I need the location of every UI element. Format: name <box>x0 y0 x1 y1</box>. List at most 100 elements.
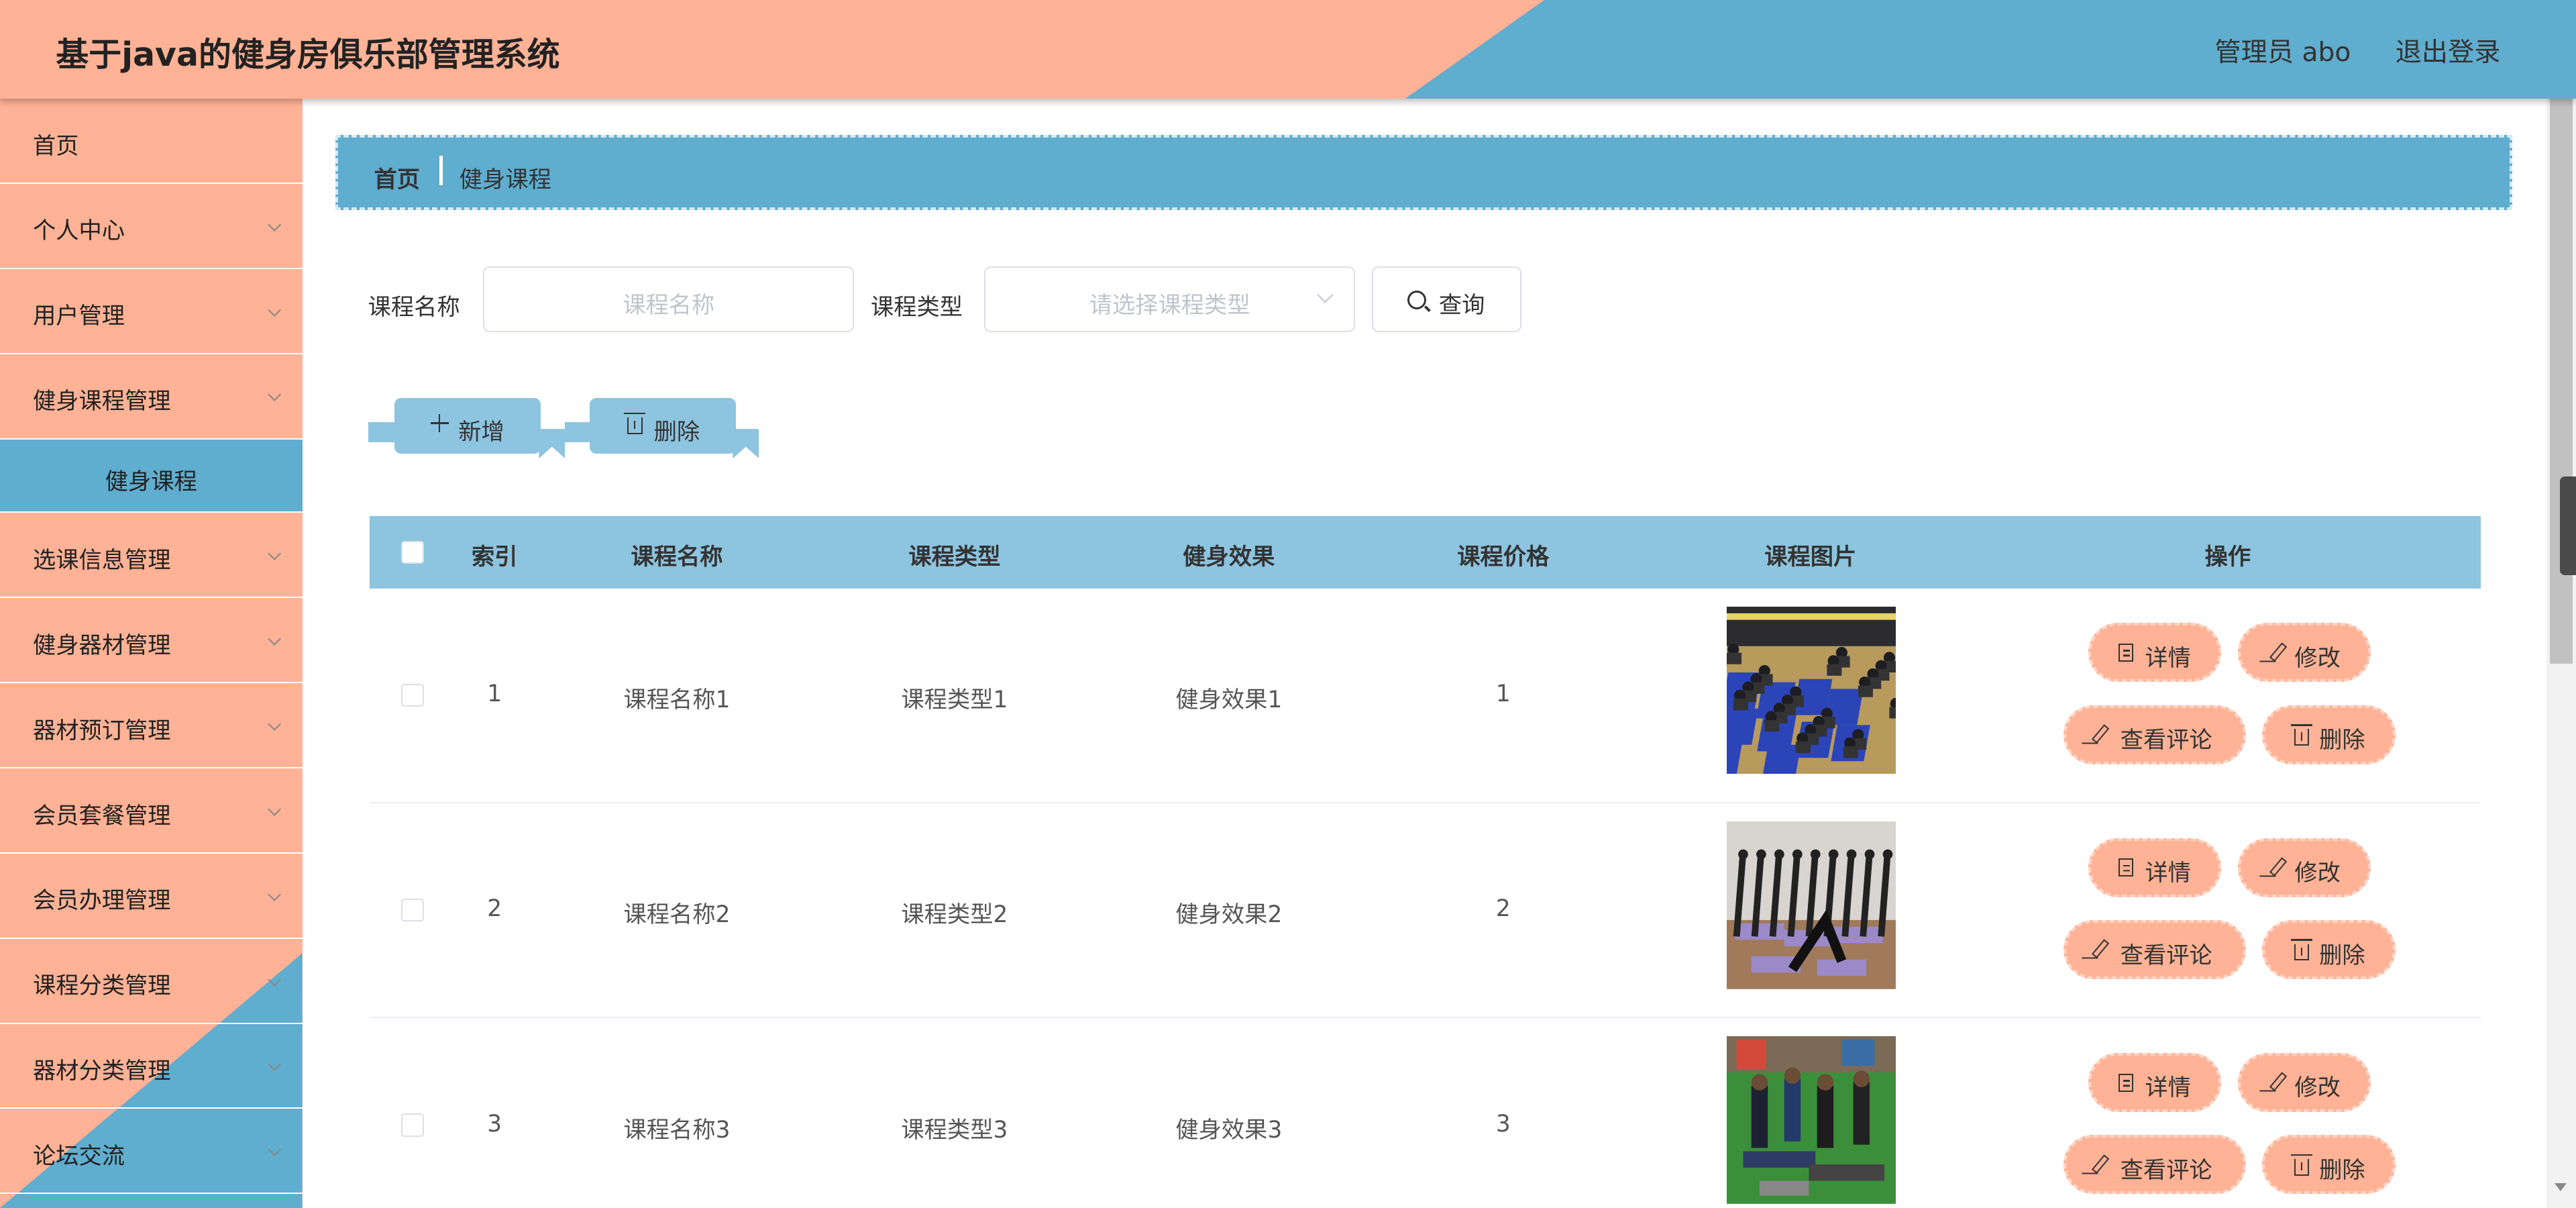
delete-ribbon-tail <box>565 422 592 442</box>
detail-button[interactable]: 详情 <box>2088 623 2222 683</box>
scrollbar-thumb[interactable] <box>2549 98 2573 664</box>
table-body: 1 课程名称1 课程类型1 健身效果1 1 详情 修改 查看评论 删除 2 课程名称2 课程类型2 健身… <box>370 589 2481 1208</box>
delete-button[interactable]: 删除 <box>2262 919 2396 980</box>
detail-button-label: 详情 <box>2145 1074 2191 1102</box>
edit-button-label: 修改 <box>2294 1074 2341 1102</box>
view-comments-button[interactable]: 查看评论 <box>2063 705 2246 764</box>
cell-index: 1 <box>487 680 502 707</box>
trash-icon <box>2290 724 2312 746</box>
select-all-checkbox[interactable] <box>400 540 424 564</box>
breadcrumb-current: 健身课程 <box>459 166 551 194</box>
trash-icon <box>2290 939 2312 961</box>
edit-button[interactable]: 修改 <box>2237 1052 2371 1113</box>
sidebar-item-label: 会员办理管理 <box>32 887 171 915</box>
breadcrumb-home[interactable]: 首页 <box>374 160 420 194</box>
query-button-label: 查询 <box>1438 291 1485 319</box>
app-title: 基于java的健身房俱乐部管理系统 <box>56 35 560 74</box>
course-type-select[interactable]: 请选择课程类型 <box>983 266 1356 332</box>
scroll-down-arrow-icon[interactable] <box>2555 1183 2567 1192</box>
chevron-down-icon <box>268 547 282 561</box>
course-image[interactable] <box>1726 606 1896 774</box>
detail-button[interactable]: 详情 <box>2088 1052 2222 1113</box>
row-checkbox[interactable] <box>400 683 424 707</box>
sidebar-item-4[interactable]: 健身课程 <box>0 439 303 513</box>
edit-icon <box>2092 1154 2110 1174</box>
edit-button[interactable]: 修改 <box>2237 623 2371 683</box>
sidebar-menu: 首页 个人中心 用户管理 健身课程管理 健身课程 选课信息管理 健身器材管理 器材预订管理 会员… <box>0 99 303 1195</box>
edit-button-label: 修改 <box>2294 860 2341 887</box>
detail-button-label: 详情 <box>2145 860 2191 887</box>
course-image[interactable] <box>1726 1036 1896 1205</box>
delete-button-label: 删除 <box>2319 1156 2365 1184</box>
cell-type: 课程类型2 <box>901 901 1008 929</box>
sidebar-item-11[interactable]: 器材分类管理 <box>0 1024 303 1109</box>
column-header-effect: 健身效果 <box>1183 543 1275 570</box>
search-icon <box>1407 291 1427 310</box>
delete-ribbon-tail-end <box>733 429 759 459</box>
view-comments-label: 查看评论 <box>2120 727 2212 754</box>
sidebar-item-6[interactable]: 健身器材管理 <box>0 598 303 684</box>
logout-link[interactable]: 退出登录 <box>2396 38 2501 68</box>
sidebar-item-7[interactable]: 器材预订管理 <box>0 683 303 768</box>
cell-price: 3 <box>1495 1110 1511 1138</box>
current-user[interactable]: 管理员 abo <box>2215 38 2351 68</box>
cell-index: 2 <box>487 895 502 923</box>
page-scrollbar[interactable] <box>2546 98 2576 1208</box>
sidebar-item-0[interactable]: 首页 <box>0 99 303 184</box>
cell-effect: 健身效果2 <box>1175 901 1283 929</box>
cell-price: 1 <box>1495 680 1511 707</box>
column-header-price: 课程价格 <box>1457 543 1550 570</box>
sidebar-item-label: 论坛交流 <box>32 1143 125 1170</box>
table-row: 1 课程名称1 课程类型1 健身效果1 1 详情 修改 查看评论 删除 <box>370 589 2481 804</box>
chevron-down-icon <box>268 217 282 232</box>
cell-name: 课程名称3 <box>623 1116 731 1144</box>
side-widget-tab[interactable] <box>2559 476 2576 576</box>
sidebar-item-3[interactable]: 健身课程管理 <box>0 354 303 440</box>
sidebar-item-label: 选课信息管理 <box>32 546 171 574</box>
course-table: 索引 课程名称 课程类型 健身效果 课程价格 课程图片 操作 1 课程名称1 课程类… <box>370 515 2481 1208</box>
sidebar-item-12[interactable]: 论坛交流 <box>0 1109 303 1195</box>
chevron-down-icon <box>268 632 282 646</box>
sidebar-item-8[interactable]: 会员套餐管理 <box>0 768 303 854</box>
row-checkbox[interactable] <box>400 1113 424 1137</box>
sidebar-item-2[interactable]: 用户管理 <box>0 269 303 354</box>
course-image[interactable] <box>1726 821 1896 989</box>
chevron-down-icon <box>268 1058 282 1072</box>
sidebar-item-1[interactable]: 个人中心 <box>0 184 303 269</box>
header-user-area: 管理员 abo 退出登录 <box>2179 32 2501 69</box>
add-button[interactable]: 新增 <box>394 397 541 454</box>
main-content: 首页 健身课程 课程名称 课程名称 课程类型 请选择课程类型 查询 新增 删除 <box>303 99 2546 1208</box>
add-ribbon-tail-end <box>539 429 566 459</box>
document-icon <box>2118 1073 2134 1092</box>
column-header-type: 课程类型 <box>908 543 1001 570</box>
course-name-input[interactable]: 课程名称 <box>482 266 855 332</box>
add-ribbon-tail <box>368 422 394 442</box>
view-comments-button[interactable]: 查看评论 <box>2063 1135 2246 1195</box>
table-row: 3 课程名称3 课程类型3 健身效果3 3 详情 修改 查看评论 删除 <box>370 1018 2481 1208</box>
sidebar-item-5[interactable]: 选课信息管理 <box>0 513 303 599</box>
course-type-placeholder: 请选择课程类型 <box>1089 291 1250 319</box>
sidebar-item-label: 用户管理 <box>32 303 125 330</box>
row-checkbox[interactable] <box>400 899 424 922</box>
edit-icon <box>2269 642 2288 662</box>
view-comments-button[interactable]: 查看评论 <box>2063 919 2246 980</box>
cell-effect: 健身效果3 <box>1175 1116 1283 1144</box>
batch-delete-label: 删除 <box>653 418 700 446</box>
delete-button[interactable]: 删除 <box>2262 705 2396 764</box>
plus-icon <box>430 414 449 433</box>
course-type-label: 课程类型 <box>870 293 963 321</box>
sidebar-item-label: 器材预订管理 <box>32 717 171 744</box>
sidebar-item-10[interactable]: 课程分类管理 <box>0 939 303 1024</box>
document-icon <box>2118 644 2134 662</box>
detail-button[interactable]: 详情 <box>2088 838 2222 897</box>
chevron-down-icon <box>268 972 282 987</box>
query-button[interactable]: 查询 <box>1371 266 1521 332</box>
top-header: 基于java的健身房俱乐部管理系统 管理员 abo 退出登录 <box>0 0 2576 99</box>
column-header-index: 索引 <box>471 543 518 570</box>
batch-delete-button[interactable]: 删除 <box>590 397 737 454</box>
cell-index: 3 <box>487 1110 502 1138</box>
delete-button[interactable]: 删除 <box>2262 1135 2396 1195</box>
sidebar-item-9[interactable]: 会员办理管理 <box>0 854 303 939</box>
chevron-down-icon <box>268 717 282 732</box>
edit-button[interactable]: 修改 <box>2237 838 2371 897</box>
